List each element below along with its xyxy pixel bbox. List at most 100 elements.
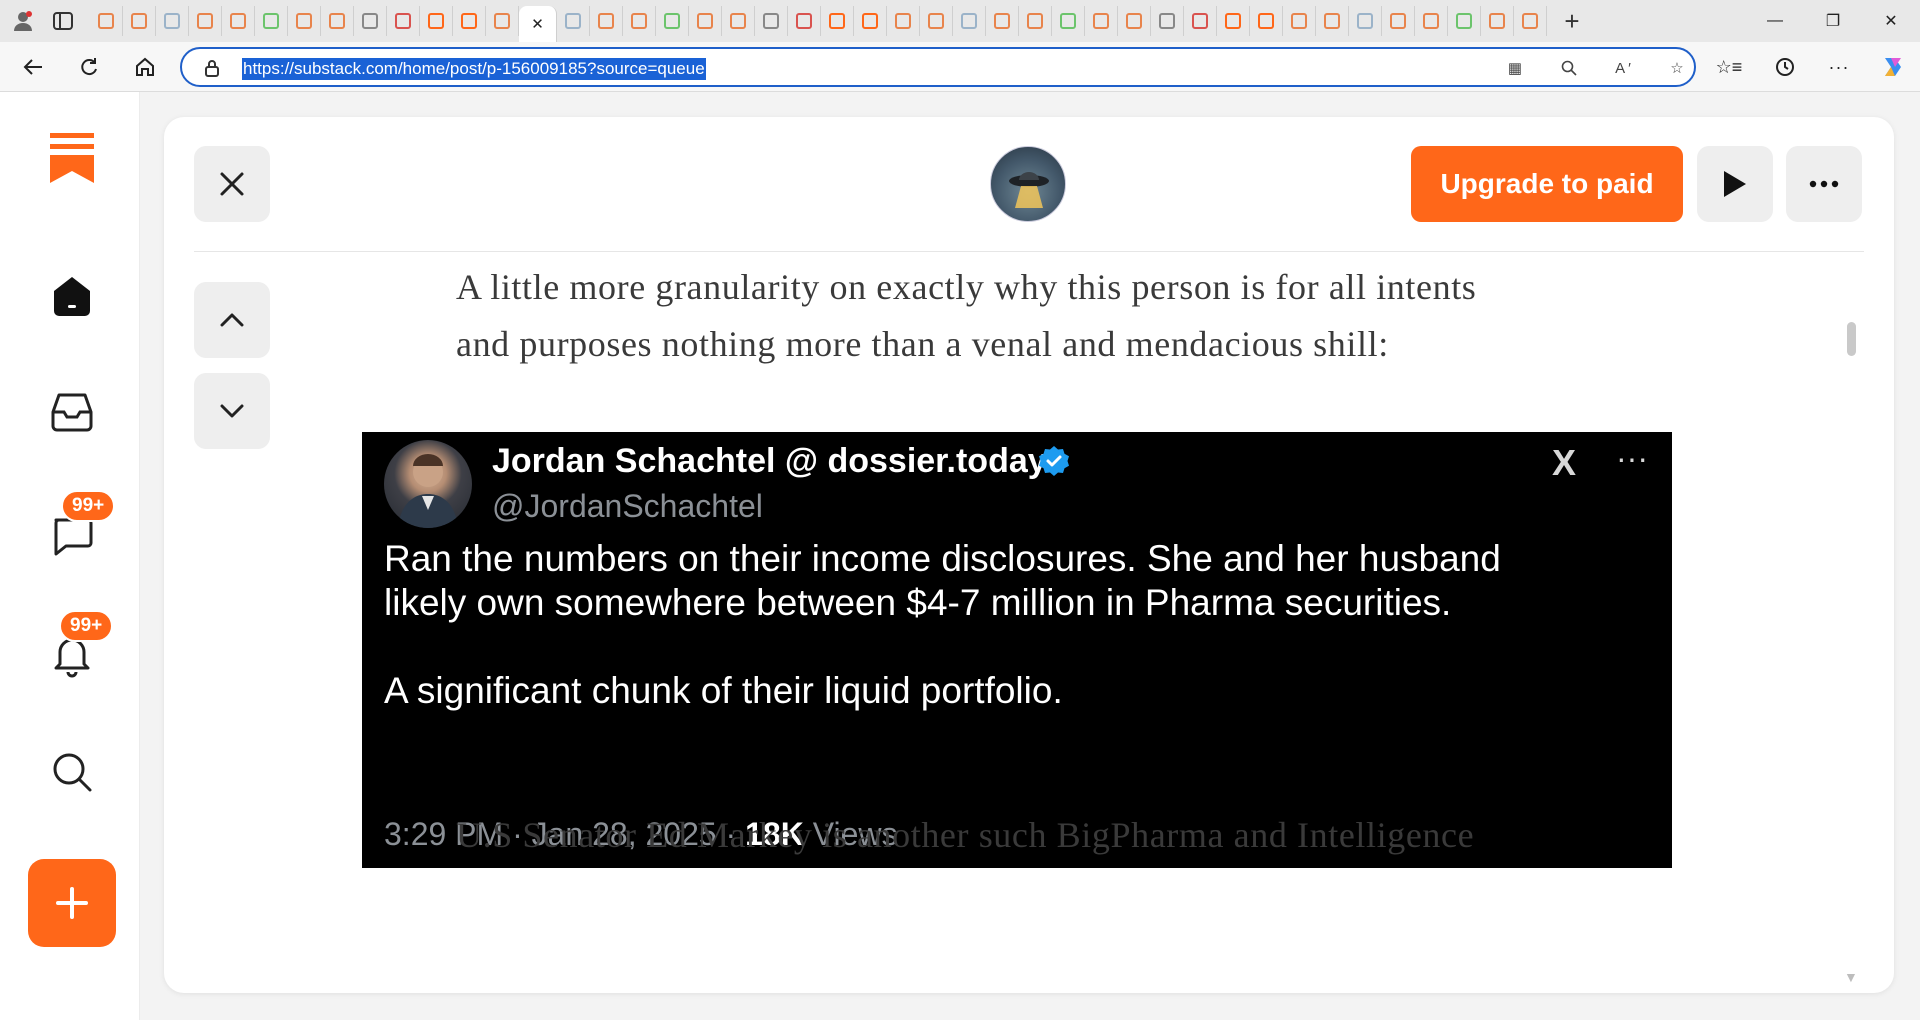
browser-tab[interactable] xyxy=(1415,6,1448,36)
tweet-author-avatar xyxy=(384,440,472,528)
play-icon xyxy=(1724,171,1746,197)
browser-tab[interactable] xyxy=(1448,6,1481,36)
previous-post-button[interactable] xyxy=(194,282,270,358)
tab-favicon-icon xyxy=(1258,13,1274,29)
verified-badge-icon xyxy=(1038,445,1070,482)
more-options-button[interactable] xyxy=(1786,146,1862,222)
close-tab-icon[interactable]: ✕ xyxy=(531,15,544,33)
browser-tab[interactable] xyxy=(854,6,887,36)
scrollbar-thumb[interactable] xyxy=(1847,322,1856,356)
browser-tab[interactable] xyxy=(953,6,986,36)
browser-tab[interactable] xyxy=(1250,6,1283,36)
substack-sidebar: 99+ 99+ xyxy=(0,92,140,1020)
browser-tab[interactable] xyxy=(1019,6,1052,36)
browser-tab[interactable] xyxy=(453,6,486,36)
substack-logo-icon[interactable] xyxy=(48,133,96,183)
browser-tab[interactable] xyxy=(557,6,590,36)
browser-tab[interactable] xyxy=(1283,6,1316,36)
favorites-icon[interactable]: ☆≡ xyxy=(1712,50,1746,84)
browser-tab[interactable] xyxy=(1349,6,1382,36)
scroll-down-arrow-icon[interactable]: ▼ xyxy=(1844,969,1858,985)
browser-tab[interactable] xyxy=(222,6,255,36)
maximize-button[interactable]: ❐ xyxy=(1804,0,1862,42)
search-icon[interactable] xyxy=(48,748,96,796)
tab-favicon-icon xyxy=(494,13,510,29)
upgrade-to-paid-button[interactable]: Upgrade to paid xyxy=(1411,146,1683,222)
browser-tab[interactable] xyxy=(1481,6,1514,36)
url-text[interactable]: https://substack.com/home/post/p-1560091… xyxy=(242,58,706,80)
publication-avatar[interactable] xyxy=(990,146,1066,222)
inbox-nav-icon[interactable] xyxy=(48,388,96,436)
browser-tab[interactable] xyxy=(986,6,1019,36)
app-available-icon[interactable]: ▦ xyxy=(1502,57,1528,79)
browser-tab[interactable] xyxy=(1514,6,1547,36)
browser-tab[interactable] xyxy=(486,6,519,36)
next-post-button[interactable] xyxy=(194,373,270,449)
post-paragraph: A little more granularity on exactly why… xyxy=(456,259,1556,373)
embedded-tweet-image[interactable]: Jordan Schachtel @ dossier.today @Jordan… xyxy=(362,432,1672,868)
browser-tab[interactable] xyxy=(1118,6,1151,36)
tab-favicon-icon xyxy=(461,13,477,29)
header-divider xyxy=(194,251,1864,252)
new-tab-button[interactable]: + xyxy=(1555,4,1589,38)
history-icon[interactable] xyxy=(1768,50,1802,84)
tab-strip: ✕ + — ❐ ✕ xyxy=(0,0,1920,42)
tweet-text-line: A significant chunk of their liquid port… xyxy=(384,670,1063,711)
tab-actions-icon[interactable] xyxy=(46,4,80,38)
browser-tab[interactable] xyxy=(1184,6,1217,36)
browser-tab[interactable] xyxy=(288,6,321,36)
zoom-icon[interactable] xyxy=(1556,57,1582,79)
browser-tab[interactable] xyxy=(1052,6,1085,36)
browser-tab[interactable] xyxy=(1085,6,1118,36)
browser-tab[interactable] xyxy=(1217,6,1250,36)
browser-tab[interactable] xyxy=(590,6,623,36)
browser-tab[interactable] xyxy=(156,6,189,36)
tab-favicon-icon xyxy=(697,13,713,29)
copilot-icon[interactable] xyxy=(1876,50,1910,84)
address-bar[interactable]: https://substack.com/home/post/p-1560091… xyxy=(180,47,1696,87)
browser-tab[interactable] xyxy=(656,6,689,36)
back-button[interactable] xyxy=(16,50,50,84)
browser-tab[interactable] xyxy=(90,6,123,36)
play-audio-button[interactable] xyxy=(1697,146,1773,222)
lock-icon[interactable] xyxy=(204,59,220,82)
favorite-star-icon[interactable]: ☆ xyxy=(1664,57,1690,79)
browser-tab[interactable] xyxy=(788,6,821,36)
paragraph-line: A little more granularity on exactly why… xyxy=(456,267,1477,307)
home-nav-icon[interactable] xyxy=(48,272,96,320)
tab-favicon-icon xyxy=(131,13,147,29)
browser-tab[interactable] xyxy=(387,6,420,36)
tab-favicon-icon xyxy=(928,13,944,29)
browser-tab[interactable] xyxy=(1316,6,1349,36)
tab-favicon-icon xyxy=(1060,13,1076,29)
browser-tab[interactable] xyxy=(722,6,755,36)
browser-tab[interactable] xyxy=(255,6,288,36)
home-button[interactable] xyxy=(128,50,162,84)
compose-button[interactable] xyxy=(28,859,116,947)
browser-tab[interactable] xyxy=(623,6,656,36)
browser-tab[interactable] xyxy=(755,6,788,36)
browser-tab[interactable] xyxy=(420,6,453,36)
close-window-button[interactable]: ✕ xyxy=(1862,0,1920,42)
browser-toolbar: https://substack.com/home/post/p-1560091… xyxy=(0,42,1920,92)
browser-tab[interactable] xyxy=(821,6,854,36)
browser-tab[interactable] xyxy=(887,6,920,36)
browser-tab-active[interactable]: ✕ xyxy=(519,6,557,42)
settings-more-icon[interactable]: ··· xyxy=(1822,50,1856,84)
browser-tab[interactable] xyxy=(354,6,387,36)
tab-favicon-icon xyxy=(994,13,1010,29)
minimize-button[interactable]: — xyxy=(1746,0,1804,42)
browser-tab[interactable] xyxy=(321,6,354,36)
tab-favicon-icon xyxy=(862,13,878,29)
profile-icon[interactable] xyxy=(6,4,40,38)
browser-tab[interactable] xyxy=(1382,6,1415,36)
browser-tab[interactable] xyxy=(689,6,722,36)
browser-tab[interactable] xyxy=(189,6,222,36)
tab-favicon-icon xyxy=(598,13,614,29)
browser-tab[interactable] xyxy=(123,6,156,36)
close-reader-button[interactable] xyxy=(194,146,270,222)
refresh-button[interactable] xyxy=(72,50,106,84)
browser-tab[interactable] xyxy=(1151,6,1184,36)
read-aloud-icon[interactable]: A ′ xyxy=(1610,57,1636,79)
browser-tab[interactable] xyxy=(920,6,953,36)
